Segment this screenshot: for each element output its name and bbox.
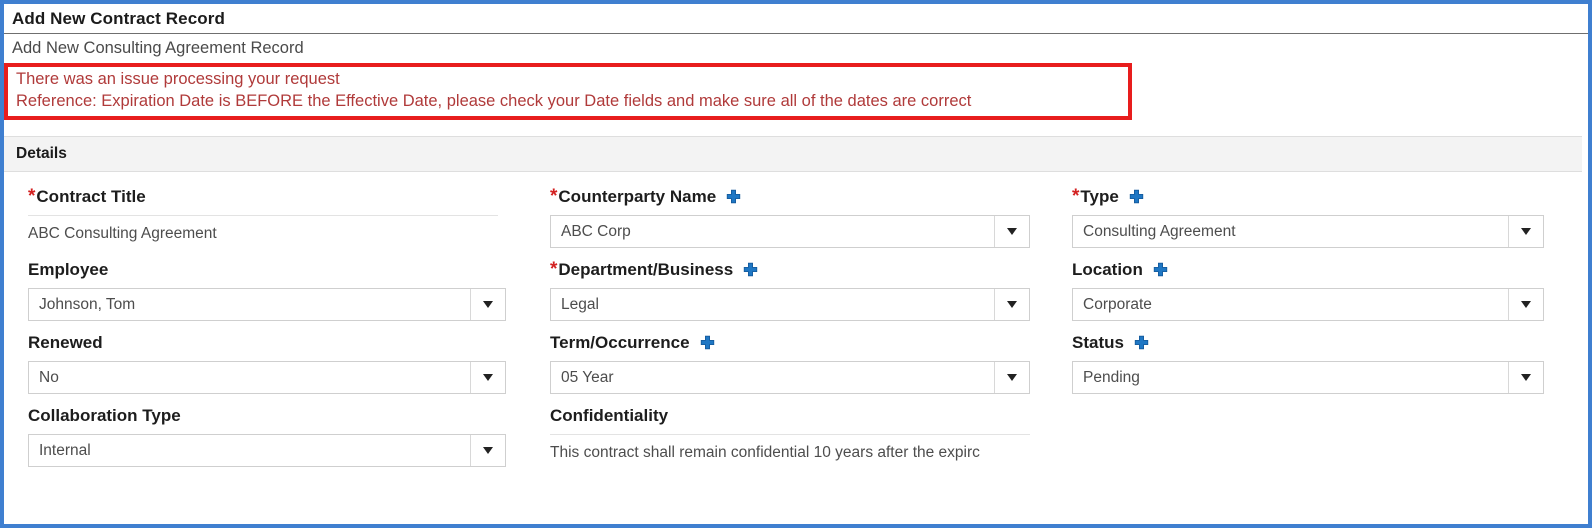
confidentiality-label: Confidentiality [550,405,1054,427]
field-location: Location Corporate [1054,259,1582,321]
counterparty-name-select[interactable]: ABC Corp [550,215,1030,248]
term-occurrence-label-text: Term/Occurrence [550,333,690,352]
details-spacer [4,120,1588,136]
required-asterisk: * [550,259,558,280]
chevron-down-icon[interactable] [470,362,505,393]
collaboration-type-value: Internal [39,441,91,459]
location-value: Corporate [1083,295,1152,313]
required-asterisk: * [1072,186,1080,207]
type-value: Consulting Agreement [1083,222,1236,240]
location-label: Location [1072,259,1582,281]
status-select[interactable]: Pending [1072,361,1544,394]
chevron-down-icon[interactable] [470,435,505,466]
counterparty-name-label-text: Counterparty Name [558,187,717,206]
details-form: * Contract Title ABC Consulting Agreemen… [4,172,1588,467]
department-business-label-text: Department/Business [558,260,734,279]
contract-title-label-text: Contract Title [36,187,146,206]
error-reference-text: Reference: Expiration Date is BEFORE the… [16,92,972,110]
department-business-label: * Department/Business [550,259,1054,281]
plus-icon[interactable] [699,335,716,352]
required-asterisk: * [550,186,558,207]
collaboration-type-label-text: Collaboration Type [28,406,181,425]
location-select[interactable]: Corporate [1072,288,1544,321]
error-message-panel: There was an issue processing your reque… [4,63,1132,120]
term-occurrence-label: Term/Occurrence [550,332,1054,354]
confidentiality-input[interactable]: This contract shall remain confidential … [550,434,1030,464]
chevron-down-icon[interactable] [994,362,1029,393]
page-header: Add New Contract Record Add New Consulti… [4,4,1588,63]
page-title: Add New Contract Record [12,9,225,28]
status-value: Pending [1083,368,1140,386]
counterparty-name-label: * Counterparty Name [550,186,1054,208]
chevron-down-icon[interactable] [470,289,505,320]
chevron-down-icon[interactable] [994,289,1029,320]
field-confidentiality: Confidentiality This contract shall rema… [534,405,1054,467]
term-occurrence-value: 05 Year [561,368,614,386]
employee-select[interactable]: Johnson, Tom [28,288,506,321]
term-occurrence-select[interactable]: 05 Year [550,361,1030,394]
renewed-select[interactable]: No [28,361,506,394]
field-counterparty-name: * Counterparty Name ABC Corp [534,186,1054,248]
department-business-value: Legal [561,295,599,313]
renewed-label: Renewed [28,332,534,354]
contract-title-input[interactable]: ABC Consulting Agreement [28,215,498,245]
contract-record-window: Add New Contract Record Add New Consulti… [0,0,1592,528]
field-collaboration-type: Collaboration Type Internal [4,405,534,467]
renewed-value: No [39,368,59,386]
renewed-label-text: Renewed [28,333,103,352]
plus-icon[interactable] [1133,335,1150,352]
page-subtitle: Add New Consulting Agreement Record [12,39,304,57]
field-department-business: * Department/Business Legal [534,259,1054,321]
employee-label: Employee [28,259,534,281]
department-business-select[interactable]: Legal [550,288,1030,321]
employee-value: Johnson, Tom [39,295,136,313]
required-asterisk: * [28,186,36,207]
type-select[interactable]: Consulting Agreement [1072,215,1544,248]
form-row-1: * Contract Title ABC Consulting Agreemen… [4,186,1582,248]
form-row-2: Employee Johnson, Tom * Department/Busin… [4,259,1582,321]
plus-icon[interactable] [1128,189,1145,206]
field-status: Status Pending [1054,332,1582,394]
status-label-text: Status [1072,333,1124,352]
chevron-down-icon[interactable] [1508,216,1543,247]
field-renewed: Renewed No [4,332,534,394]
counterparty-name-value: ABC Corp [561,222,631,240]
chevron-down-icon[interactable] [994,216,1029,247]
chevron-down-icon[interactable] [1508,289,1543,320]
form-row-4: Collaboration Type Internal Confidential… [4,405,1582,467]
location-label-text: Location [1072,260,1143,279]
type-label-text: Type [1080,187,1119,206]
employee-label-text: Employee [28,260,109,279]
confidentiality-value: This contract shall remain confidential … [550,444,980,461]
details-section-header: Details [4,136,1582,172]
collaboration-type-label: Collaboration Type [28,405,534,427]
plus-icon[interactable] [742,262,759,279]
confidentiality-label-text: Confidentiality [550,406,669,425]
status-label: Status [1072,332,1582,354]
field-employee: Employee Johnson, Tom [4,259,534,321]
field-type: * Type Consulting Agreement [1054,186,1582,248]
details-section-label: Details [16,145,67,162]
chevron-down-icon[interactable] [1508,362,1543,393]
error-summary-text: There was an issue processing your reque… [16,70,340,88]
form-row-3: Renewed No Term/Occurrence 05 Year Statu… [4,332,1582,394]
field-row4-empty [1054,405,1582,467]
plus-icon[interactable] [1152,262,1169,279]
field-contract-title: * Contract Title ABC Consulting Agreemen… [4,186,534,248]
contract-title-label: * Contract Title [28,186,534,208]
contract-title-value: ABC Consulting Agreement [28,225,217,242]
plus-icon[interactable] [725,189,742,206]
type-label: * Type [1072,186,1582,208]
field-term-occurrence: Term/Occurrence 05 Year [534,332,1054,394]
collaboration-type-select[interactable]: Internal [28,434,506,467]
